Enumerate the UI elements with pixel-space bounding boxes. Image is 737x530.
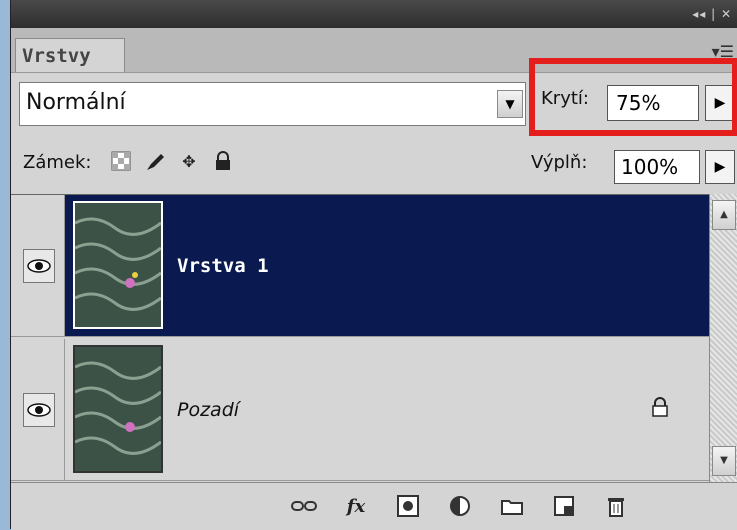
window-controls[interactable]: ◂◂ | ✕ (692, 7, 732, 21)
scroll-down-icon[interactable]: ▼ (712, 446, 736, 476)
layers-scrollbar[interactable]: ▲ ▼ (709, 194, 737, 482)
trash-icon[interactable] (603, 493, 629, 519)
scroll-up-icon[interactable]: ▲ (712, 200, 736, 230)
layer-name[interactable]: Vrstva 1 (177, 255, 269, 277)
lock-transparent-icon[interactable] (111, 151, 131, 171)
chevron-down-icon[interactable]: ▼ (497, 90, 523, 118)
fill-slider-button[interactable]: ▶ (705, 150, 735, 184)
lock-move-icon[interactable]: ✥ (179, 151, 199, 171)
eye-icon[interactable] (23, 393, 55, 427)
layers-list: Vrstva 1 Pozadí (11, 194, 709, 483)
lock-paint-icon[interactable] (145, 151, 165, 171)
panel-titlebar: ◂◂ | ✕ (11, 0, 737, 28)
layer-thumbnail (73, 345, 163, 473)
footer-icons: fx (291, 493, 629, 519)
lock-label: Zámek: (23, 152, 92, 173)
tab-layers[interactable]: Vrstvy (15, 38, 125, 72)
eye-icon[interactable] (23, 249, 55, 283)
fill-input[interactable]: 100% (614, 150, 700, 184)
adjustment-icon[interactable] (447, 493, 473, 519)
link-icon[interactable] (291, 493, 317, 519)
layers-panel: ◂◂ | ✕ Vrstvy ▾☰ Normální ▼ Krytí: 75% ▶… (10, 0, 737, 530)
new-layer-icon[interactable] (551, 493, 577, 519)
blend-mode-select[interactable]: Normální ▼ (19, 82, 526, 126)
layer-thumbnail (73, 201, 163, 329)
fill-label: Výplň: (531, 152, 588, 173)
fx-icon[interactable]: fx (343, 493, 369, 519)
panel-footer: fx (11, 482, 737, 530)
visibility-cell (11, 339, 65, 480)
lock-icon (651, 397, 669, 421)
layer-name[interactable]: Pozadí (177, 399, 239, 421)
blend-mode-value: Normální (26, 90, 126, 115)
lock-icons: ✥ (111, 148, 233, 174)
layer-row[interactable]: Vrstva 1 (11, 195, 709, 337)
layer-row[interactable]: Pozadí (11, 339, 709, 481)
visibility-cell (11, 195, 65, 336)
mask-icon[interactable] (395, 493, 421, 519)
folder-icon[interactable] (499, 493, 525, 519)
lock-all-icon[interactable] (213, 151, 233, 171)
opacity-highlight-box (529, 58, 737, 136)
